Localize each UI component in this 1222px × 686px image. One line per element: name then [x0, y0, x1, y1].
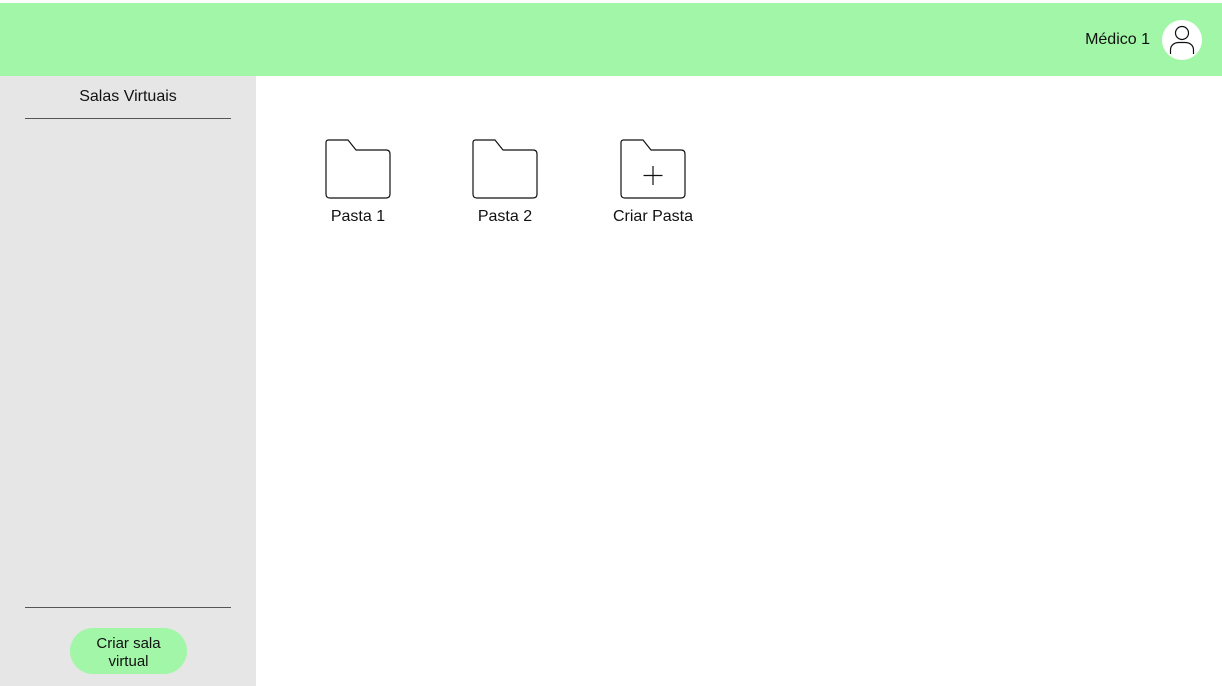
app-window: Médico 1 Salas Virtuais Criar sala virtu… — [0, 0, 1222, 686]
create-virtual-room-button[interactable]: Criar sala virtual — [70, 628, 187, 674]
folder-item-pasta-2[interactable]: Pasta 2 — [445, 138, 565, 234]
folder-icon — [325, 139, 391, 199]
user-avatar-button[interactable] — [1162, 20, 1202, 60]
folder-icon — [472, 139, 538, 199]
folder-item-pasta-1[interactable]: Pasta 1 — [298, 138, 418, 234]
sidebar-divider-top — [25, 118, 231, 119]
folder-label: Criar Pasta — [612, 208, 694, 225]
user-name: Médico 1 — [1085, 31, 1150, 48]
folder-label: Pasta 1 — [330, 208, 386, 225]
top-bar: Médico 1 — [0, 3, 1222, 76]
virtual-rooms-list — [25, 120, 231, 606]
folder-label: Pasta 2 — [477, 208, 533, 225]
main-content: Pasta 1 Pasta 2 Criar Pasta — [256, 76, 1222, 686]
user-area: Médico 1 — [1085, 20, 1202, 60]
sidebar-title: Salas Virtuais — [79, 88, 177, 105]
folder-add-icon — [620, 139, 686, 199]
user-icon — [1169, 25, 1195, 54]
sidebar-divider-bottom — [25, 607, 231, 608]
sidebar: Salas Virtuais Criar sala virtual — [0, 76, 256, 686]
create-folder-button[interactable]: Criar Pasta — [593, 138, 713, 234]
